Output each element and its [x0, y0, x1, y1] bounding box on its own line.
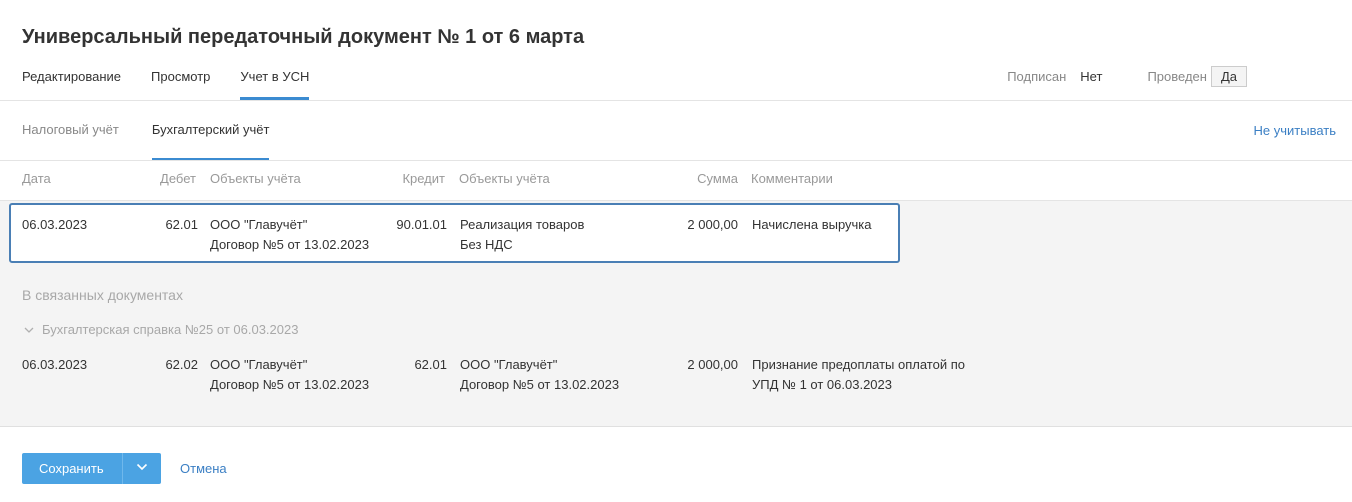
linked-entry-debit-object-2: Договор №5 от 13.02.2023: [210, 377, 370, 392]
posted-label: Проведен: [1147, 69, 1207, 84]
sub-tabs: Налоговый учёт Бухгалтерский учёт: [22, 101, 269, 160]
linked-entry-credit-object-1: ООО "Главучёт": [460, 357, 558, 372]
linked-entry-date: 06.03.2023: [22, 357, 88, 372]
entry-date: 06.03.2023: [22, 217, 88, 232]
document-status: Подписан Нет Проведен Да: [1007, 66, 1247, 87]
linked-entry-comment-2: УПД № 1 от 06.03.2023: [752, 377, 892, 392]
entry-debit-object-1: ООО "Главучёт": [210, 217, 308, 232]
linked-documents-title: В связанных документах: [22, 287, 183, 303]
entry-credit-object-2: Без НДС: [460, 237, 513, 252]
column-header-credit: Кредит: [402, 171, 445, 186]
main-tabs: Редактирование Просмотр Учет в УСН: [22, 58, 309, 100]
signed-label: Подписан: [1007, 69, 1067, 84]
ignore-link[interactable]: Не учитывать: [1254, 123, 1337, 138]
cancel-link[interactable]: Отмена: [180, 461, 227, 476]
save-button[interactable]: Сохранить: [22, 453, 122, 484]
column-header-sum: Сумма: [697, 171, 738, 186]
column-header-comments: Комментарии: [751, 171, 833, 186]
linked-entry-comment-1: Признание предоплаты оплатой по: [752, 357, 965, 372]
chevron-down-icon: [135, 460, 149, 477]
page-title: Универсальный передаточный документ № 1 …: [22, 26, 585, 48]
column-header-debit: Дебет: [160, 171, 196, 186]
entry-debit-object-2: Договор №5 от 13.02.2023: [210, 237, 370, 252]
linked-document-title: Бухгалтерская справка №25 от 06.03.2023: [42, 322, 299, 337]
divider: [0, 160, 1352, 161]
linked-entry-debit-account: 62.02: [165, 357, 198, 372]
linked-entry-sum: 2 000,00: [687, 357, 738, 372]
save-button-group: Сохранить: [22, 453, 161, 484]
tab-usn-accounting[interactable]: Учет в УСН: [240, 58, 309, 100]
tab-editing[interactable]: Редактирование: [22, 58, 121, 100]
entry-comment: Начислена выручка: [752, 217, 872, 232]
entry-credit-account: 90.01.01: [396, 217, 447, 232]
linked-entry-debit-object-1: ООО "Главучёт": [210, 357, 308, 372]
chevron-down-icon: [22, 323, 36, 337]
linked-entry-credit-account: 62.01: [414, 357, 447, 372]
signed-value: Нет: [1080, 69, 1103, 84]
linked-entry-credit-object-2: Договор №5 от 13.02.2023: [460, 377, 620, 392]
column-header-credit-objects: Объекты учёта: [459, 171, 550, 186]
entry-credit-object-1: Реализация товаров: [460, 217, 585, 232]
tab-tax-accounting[interactable]: Налоговый учёт: [22, 101, 119, 160]
linked-document-toggle[interactable]: Бухгалтерская справка №25 от 06.03.2023: [22, 322, 298, 337]
column-header-debit-objects: Объекты учёта: [210, 171, 301, 186]
tab-view[interactable]: Просмотр: [151, 58, 210, 100]
entry-sum: 2 000,00: [687, 217, 738, 232]
entry-debit-account: 62.01: [165, 217, 198, 232]
posted-toggle[interactable]: Да: [1210, 66, 1247, 87]
tab-bookkeeping[interactable]: Бухгалтерский учёт: [151, 101, 269, 160]
column-header-date: Дата: [22, 171, 51, 186]
save-options-dropdown[interactable]: [122, 453, 161, 484]
